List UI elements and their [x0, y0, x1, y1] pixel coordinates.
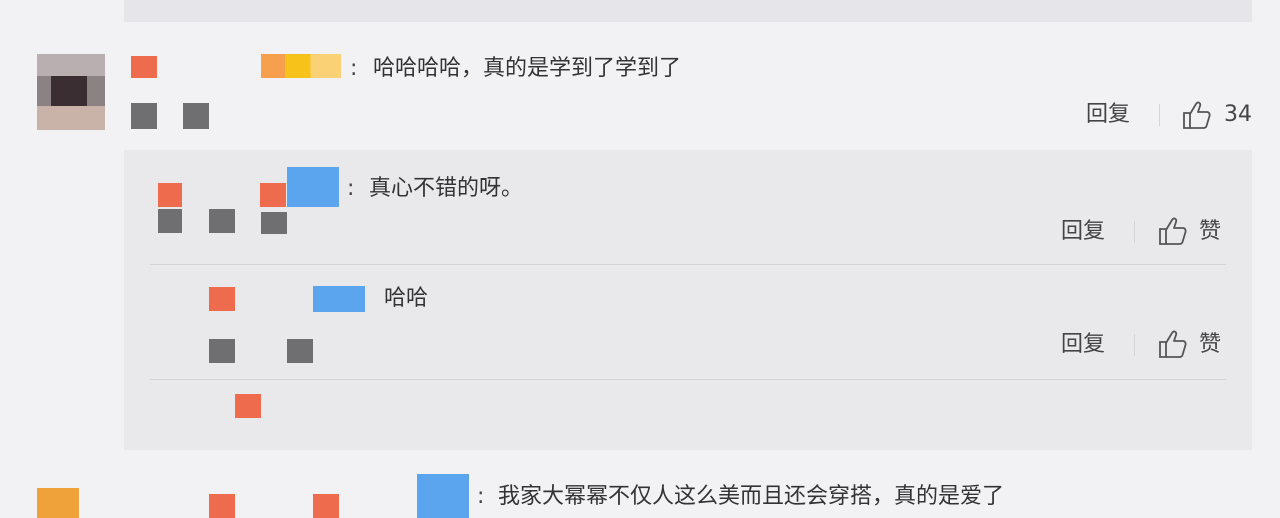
- thumbs-up-icon[interactable]: [1157, 329, 1189, 359]
- previous-comment-panel: [124, 0, 1252, 22]
- reply-button[interactable]: 回复: [1086, 104, 1130, 126]
- reply-button[interactable]: 回复: [1061, 334, 1105, 356]
- username-redacted-block: [209, 287, 235, 311]
- meta-redacted-block: [287, 339, 313, 363]
- reply-text: 真心不错的呀。: [369, 176, 524, 201]
- avatar[interactable]: [37, 54, 105, 130]
- username-redacted-block: [131, 56, 157, 78]
- username-redacted-block: [158, 183, 182, 207]
- like-button-label[interactable]: 赞: [1199, 221, 1221, 243]
- meta-redacted-block: [209, 339, 235, 363]
- comment-text: 哈哈哈哈，真的是学到了学到了: [373, 56, 682, 81]
- thumbs-up-icon[interactable]: [1157, 216, 1189, 246]
- meta-redacted-block: [209, 209, 235, 233]
- meta-redacted-block: [261, 212, 287, 234]
- thumbs-up-icon[interactable]: [1181, 100, 1213, 130]
- reply-text: 哈哈: [384, 286, 429, 311]
- meta-redacted-block: [131, 103, 157, 129]
- badge-icons: [417, 474, 469, 518]
- colon-separator: :: [347, 176, 355, 201]
- reply-divider: [150, 264, 1226, 265]
- badge-icons: [287, 167, 339, 207]
- avatar[interactable]: [37, 488, 79, 518]
- username-redacted-block: [313, 494, 339, 518]
- reply-divider: [150, 379, 1226, 380]
- action-divider: [1134, 334, 1135, 356]
- comment-text: 我家大幂幂不仅人这么美而且还会穿搭，真的是爱了: [498, 484, 1005, 509]
- more-replies-link[interactable]: [235, 394, 261, 418]
- badge-icons: [261, 54, 341, 78]
- badge-icons: [313, 286, 365, 312]
- action-divider: [1159, 104, 1160, 126]
- meta-redacted-block: [158, 209, 182, 233]
- colon-separator: :: [477, 484, 485, 509]
- like-button-label[interactable]: 赞: [1199, 334, 1221, 356]
- username-redacted-block: [209, 494, 235, 518]
- like-count: 34: [1224, 102, 1252, 127]
- reply-button[interactable]: 回复: [1061, 221, 1105, 243]
- username-redacted-block: [260, 183, 286, 207]
- meta-redacted-block: [183, 103, 209, 129]
- colon-separator: :: [350, 56, 358, 81]
- action-divider: [1134, 221, 1135, 243]
